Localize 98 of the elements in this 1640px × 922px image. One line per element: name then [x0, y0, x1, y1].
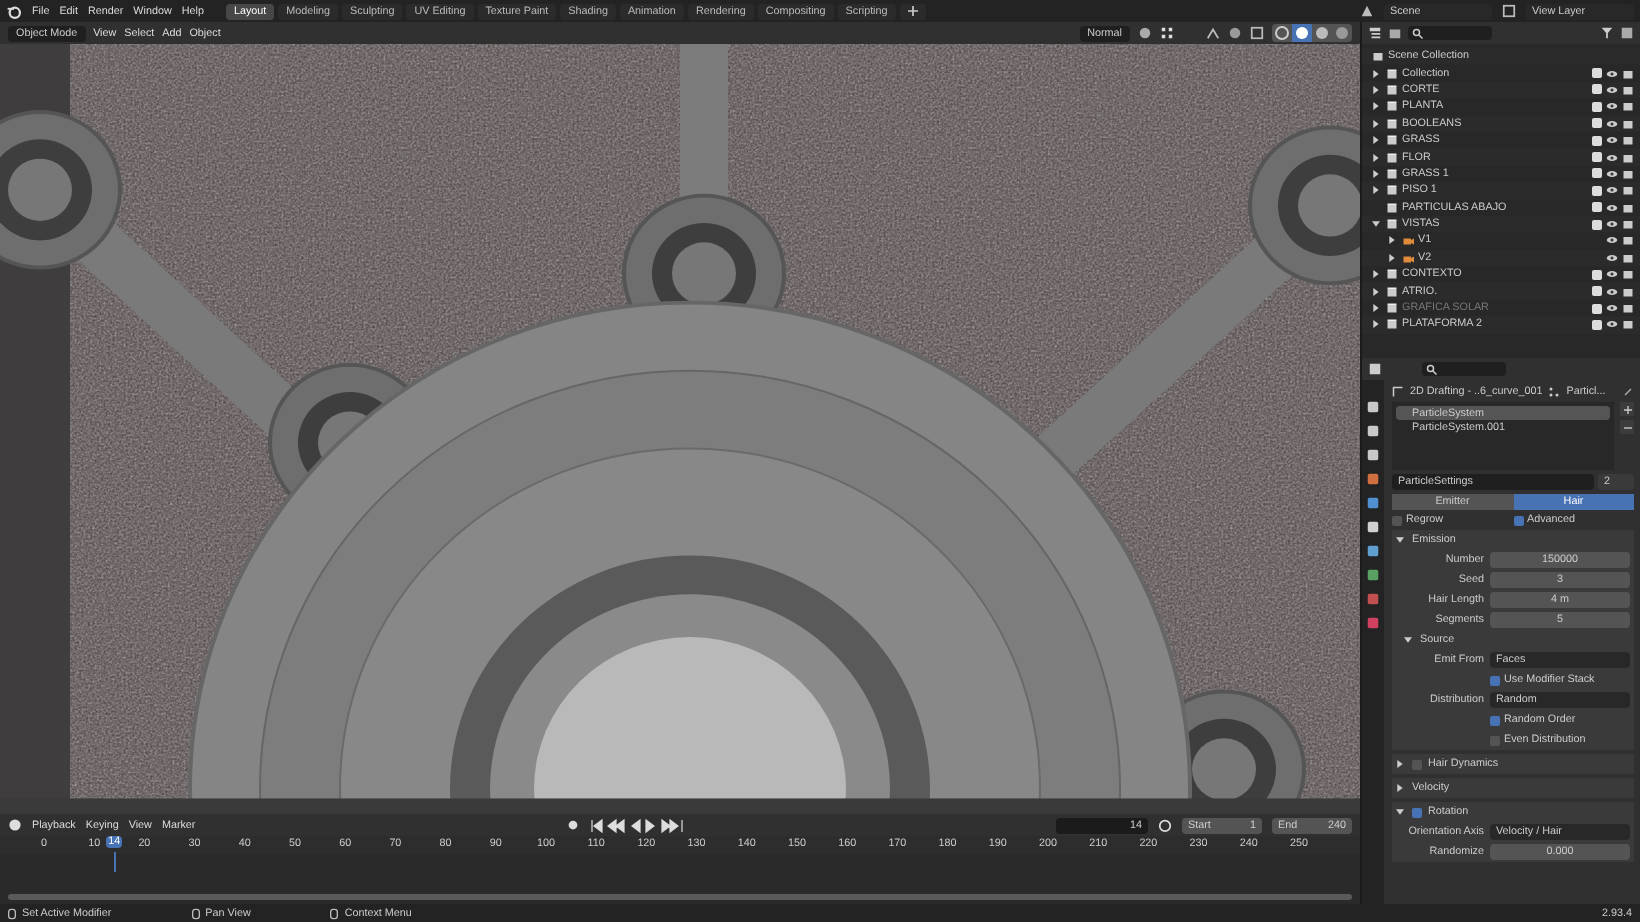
collection-icon	[1386, 151, 1398, 164]
remove-button[interactable]	[1620, 420, 1634, 434]
exclude-checkbox[interactable]	[1592, 168, 1602, 179]
collection-icon	[1386, 184, 1398, 197]
exclude-checkbox[interactable]	[1592, 152, 1602, 163]
exclude-checkbox[interactable]	[1592, 202, 1602, 213]
collection-icon	[1372, 50, 1384, 63]
eye-icon[interactable]	[1606, 285, 1618, 298]
exclude-checkbox[interactable]	[1592, 135, 1602, 146]
collection-icon	[1386, 268, 1398, 281]
collection-icon	[1386, 134, 1398, 147]
exclude-checkbox[interactable]	[1592, 286, 1602, 297]
collection-icon	[1386, 167, 1398, 180]
stopwatch-icon[interactable]	[1158, 818, 1173, 832]
checkbox[interactable]	[1490, 675, 1500, 685]
eye-icon[interactable]	[1606, 100, 1618, 113]
search-icon	[1412, 27, 1424, 39]
plus-icon	[907, 6, 918, 16]
collapsed-arrow-icon[interactable]	[1372, 169, 1380, 178]
eye-icon[interactable]	[1606, 67, 1618, 80]
expanded-arrow-icon	[1396, 536, 1404, 544]
search-field[interactable]	[1422, 362, 1506, 376]
eye-icon[interactable]	[1606, 234, 1618, 247]
timeline-scrollbar[interactable]	[8, 894, 1352, 900]
eye-icon[interactable]	[1606, 268, 1618, 281]
layers-icon[interactable]	[1502, 4, 1516, 18]
eye-icon[interactable]	[1606, 151, 1618, 164]
add-workspace-button[interactable]	[899, 3, 926, 19]
collection-icon	[1386, 318, 1398, 331]
collection-icon	[1386, 302, 1398, 315]
eye-icon[interactable]	[1606, 318, 1618, 331]
grid-icon[interactable]	[1160, 26, 1174, 40]
playback-controls-icon[interactable]	[589, 817, 686, 833]
expanded-arrow-icon	[1404, 636, 1412, 644]
expanded-arrow-icon[interactable]	[1372, 220, 1380, 229]
checkbox[interactable]	[1490, 715, 1500, 725]
collection-icon	[1386, 201, 1398, 214]
xray-icon[interactable]	[1250, 26, 1264, 40]
checkbox[interactable]	[1490, 735, 1500, 745]
collection-icon	[1386, 218, 1398, 231]
collection-icon	[1386, 100, 1398, 113]
collapsed-arrow-icon[interactable]	[1372, 320, 1380, 329]
collapsed-arrow-icon	[1396, 784, 1404, 792]
pin-icon[interactable]	[1622, 386, 1634, 398]
search-field[interactable]	[1408, 26, 1492, 40]
exclude-checkbox[interactable]	[1592, 219, 1602, 230]
blender-logo-icon[interactable]	[6, 3, 22, 19]
collapsed-arrow-icon[interactable]	[1372, 287, 1380, 296]
camera-icon	[1402, 234, 1414, 247]
record-icon[interactable]	[565, 818, 580, 832]
shading-modes-icon[interactable]	[1272, 24, 1352, 42]
search-icon	[1426, 363, 1438, 375]
eye-icon[interactable]	[1606, 167, 1618, 180]
object-icon	[1392, 386, 1404, 398]
collection-icon	[1386, 67, 1398, 80]
collapsed-arrow-icon[interactable]	[1388, 236, 1396, 245]
collapsed-arrow-icon[interactable]	[1372, 153, 1380, 162]
display-mode-icon[interactable]	[1368, 26, 1382, 40]
eye-icon[interactable]	[1606, 218, 1618, 231]
exclude-checkbox[interactable]	[1592, 118, 1602, 129]
camera-icon	[1402, 251, 1414, 264]
collapsed-arrow-icon[interactable]	[1372, 270, 1380, 279]
eye-icon[interactable]	[1606, 251, 1618, 264]
checkbox[interactable]	[1412, 759, 1422, 769]
checkbox[interactable]	[1392, 515, 1402, 525]
eye-icon[interactable]	[1606, 134, 1618, 147]
exclude-checkbox[interactable]	[1592, 101, 1602, 112]
collection-icon	[1386, 117, 1398, 130]
exclude-checkbox[interactable]	[1592, 269, 1602, 280]
particles-icon	[1548, 386, 1561, 398]
collapsed-arrow-icon[interactable]	[1372, 119, 1380, 128]
expanded-arrow-icon	[1396, 808, 1404, 816]
eye-icon[interactable]	[1606, 201, 1618, 214]
collapsed-arrow-icon[interactable]	[1388, 253, 1396, 262]
exclude-checkbox[interactable]	[1592, 68, 1602, 79]
mouse-icon	[191, 907, 200, 919]
minus-icon	[1623, 423, 1631, 431]
checkbox[interactable]	[1412, 807, 1422, 817]
collection-icon	[1386, 83, 1398, 96]
collapsed-arrow-icon[interactable]	[1372, 85, 1380, 94]
mouse-icon	[8, 907, 16, 919]
eye-icon[interactable]	[1606, 117, 1618, 130]
exclude-checkbox[interactable]	[1592, 185, 1602, 196]
collapsed-arrow-icon[interactable]	[1372, 69, 1380, 78]
collection-icon	[1386, 285, 1398, 298]
collapsed-arrow-icon	[1396, 760, 1404, 768]
checkbox[interactable]	[1513, 515, 1523, 525]
exclude-checkbox[interactable]	[1592, 84, 1602, 95]
add-button[interactable]	[1620, 402, 1634, 416]
collapsed-arrow-icon[interactable]	[1372, 136, 1380, 145]
eye-icon[interactable]	[1606, 83, 1618, 96]
filter-icon[interactable]	[1600, 26, 1614, 40]
eye-icon[interactable]	[1606, 184, 1618, 197]
exclude-checkbox[interactable]	[1592, 319, 1602, 330]
collapsed-arrow-icon[interactable]	[1372, 186, 1380, 195]
collapsed-arrow-icon[interactable]	[1372, 102, 1380, 111]
mouse-icon	[330, 907, 339, 919]
plus-icon	[1623, 405, 1631, 413]
